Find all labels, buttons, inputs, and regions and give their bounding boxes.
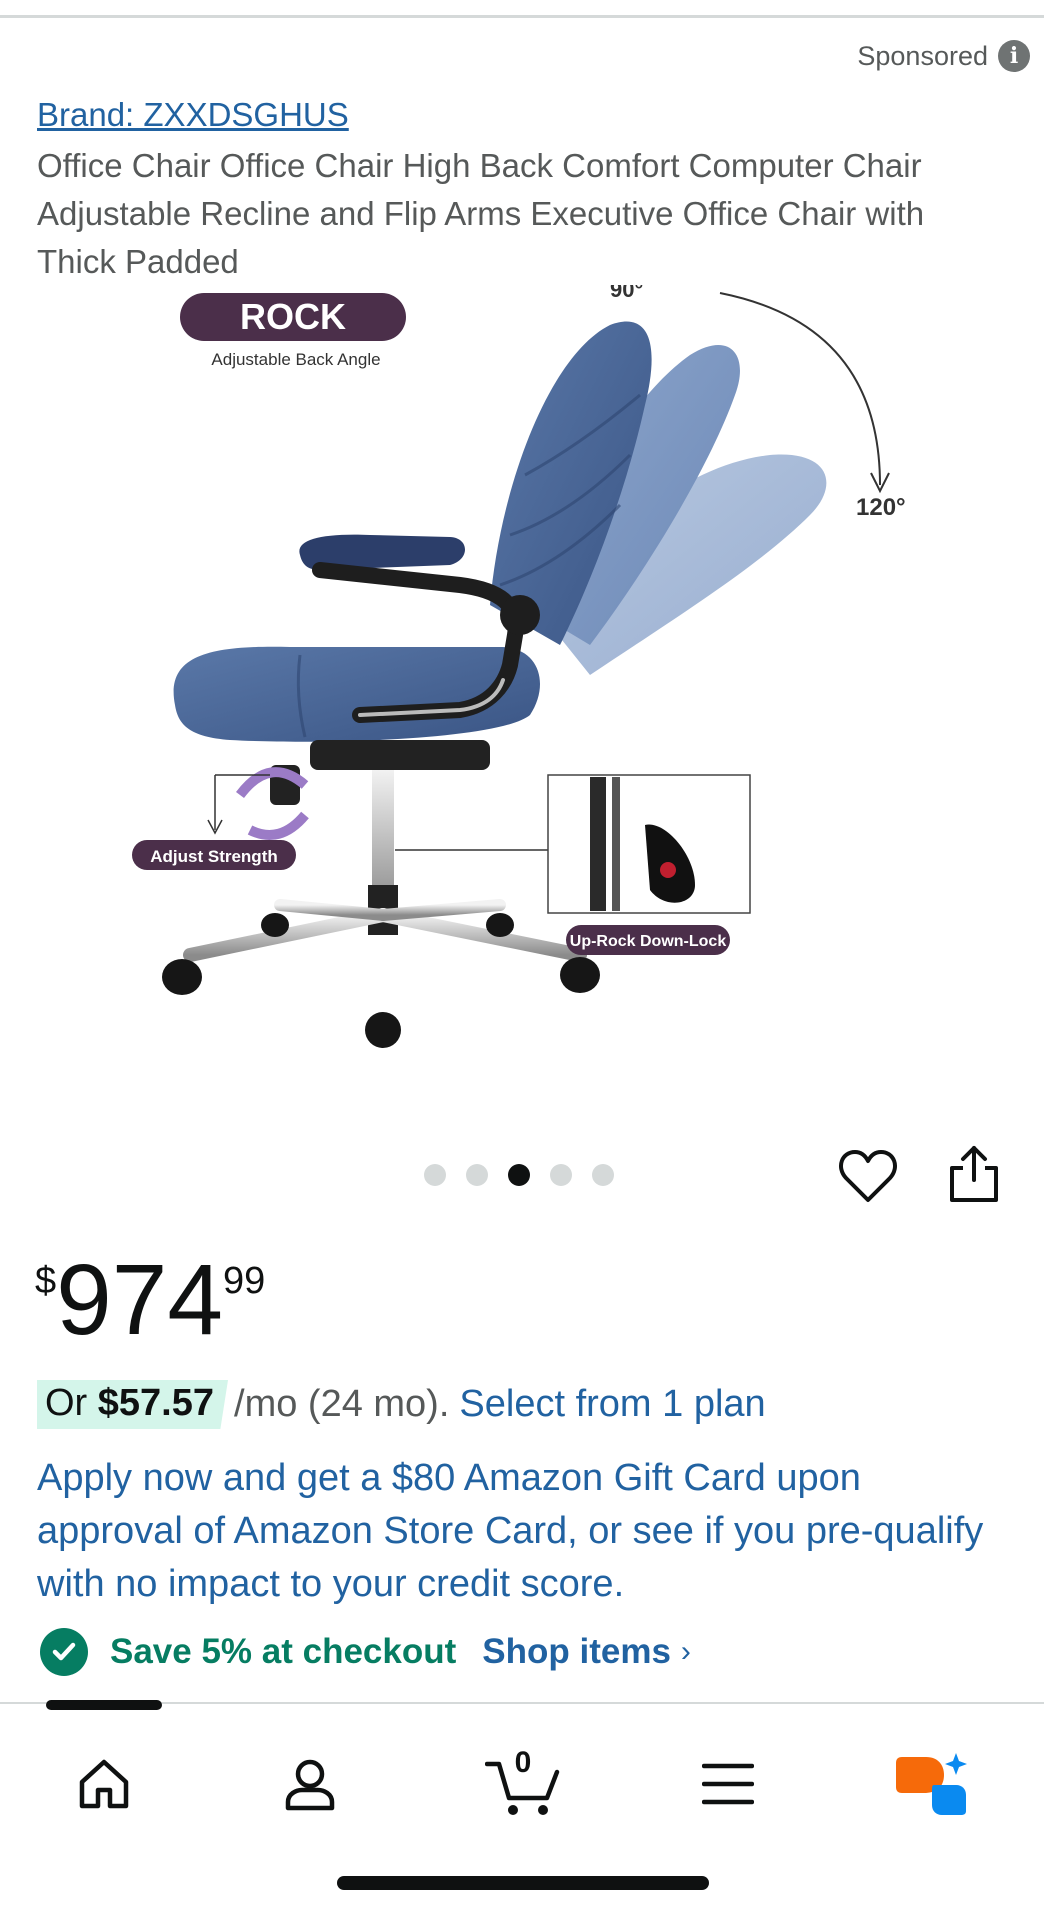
cart-count: 0 xyxy=(514,1746,532,1779)
up-rock-text: Up-Rock Down-Lock xyxy=(570,933,727,950)
brand-link[interactable]: Brand: ZXXDSGHUS xyxy=(37,96,349,134)
store-card-promo-link[interactable]: Apply now and get a $80 Amazon Gift Card… xyxy=(37,1452,1017,1611)
financing-row: Or $57.57 /mo (24 mo). Select from 1 pla… xyxy=(37,1380,766,1429)
chevron-right-icon: › xyxy=(680,1635,691,1668)
price-fraction: 99 xyxy=(223,1260,266,1302)
angle-arc xyxy=(719,292,881,486)
shop-items-link[interactable]: Shop items xyxy=(482,1632,671,1672)
nav-account[interactable] xyxy=(270,1744,350,1824)
home-indicator xyxy=(337,1876,709,1890)
or-label: Or xyxy=(45,1382,98,1424)
account-icon xyxy=(285,1759,335,1811)
sponsored-label[interactable]: Sponsored i xyxy=(857,40,1030,72)
rock-subtitle: Adjustable Back Angle xyxy=(211,350,380,369)
rock-badge-text: ROCK xyxy=(240,296,346,337)
adjust-strength-text: Adjust Strength xyxy=(150,847,278,866)
carousel-dot-active[interactable] xyxy=(508,1164,530,1186)
carousel-dot[interactable] xyxy=(592,1164,614,1186)
price: $ 974 99 xyxy=(35,1250,265,1350)
angle-start-label: 90° xyxy=(610,285,643,302)
heart-icon[interactable] xyxy=(838,1148,898,1204)
check-circle-icon xyxy=(40,1628,88,1676)
sponsored-text: Sponsored xyxy=(857,40,988,71)
nav-cart[interactable]: 0 xyxy=(478,1744,568,1824)
product-image[interactable]: ROCK Adjustable Back Angle 90° 120° Adju… xyxy=(120,285,940,1075)
carousel-dot[interactable] xyxy=(466,1164,488,1186)
nav-rufus[interactable] xyxy=(892,1744,972,1824)
savings-row: Save 5% at checkout Shop items › xyxy=(40,1628,691,1676)
monthly-term: /mo (24 mo). xyxy=(234,1383,450,1425)
top-divider xyxy=(0,0,1044,18)
nav-home[interactable] xyxy=(64,1744,144,1824)
monthly-highlight: Or $57.57 xyxy=(37,1380,229,1429)
monthly-amount: $57.57 xyxy=(97,1382,215,1424)
info-icon[interactable]: i xyxy=(998,40,1030,72)
active-tab-indicator xyxy=(46,1700,162,1710)
angle-end-label: 120° xyxy=(856,494,906,521)
share-icon[interactable] xyxy=(948,1144,1000,1204)
product-title[interactable]: Office Chair Office Chair High Back Comf… xyxy=(37,142,1007,286)
price-whole: 974 xyxy=(56,1244,223,1356)
chair-base xyxy=(162,899,600,1048)
select-plan-link[interactable]: Select from 1 plan xyxy=(459,1383,765,1426)
carousel-dot[interactable] xyxy=(424,1164,446,1186)
nav-menu[interactable] xyxy=(688,1744,768,1824)
home-icon xyxy=(79,1759,129,1809)
rufus-icon xyxy=(896,1753,967,1815)
price-symbol: $ xyxy=(35,1260,57,1302)
save-text: Save 5% at checkout xyxy=(110,1632,457,1671)
image-carousel-dots[interactable] xyxy=(424,1164,614,1186)
carousel-dot[interactable] xyxy=(550,1164,572,1186)
menu-icon xyxy=(702,1763,754,1805)
